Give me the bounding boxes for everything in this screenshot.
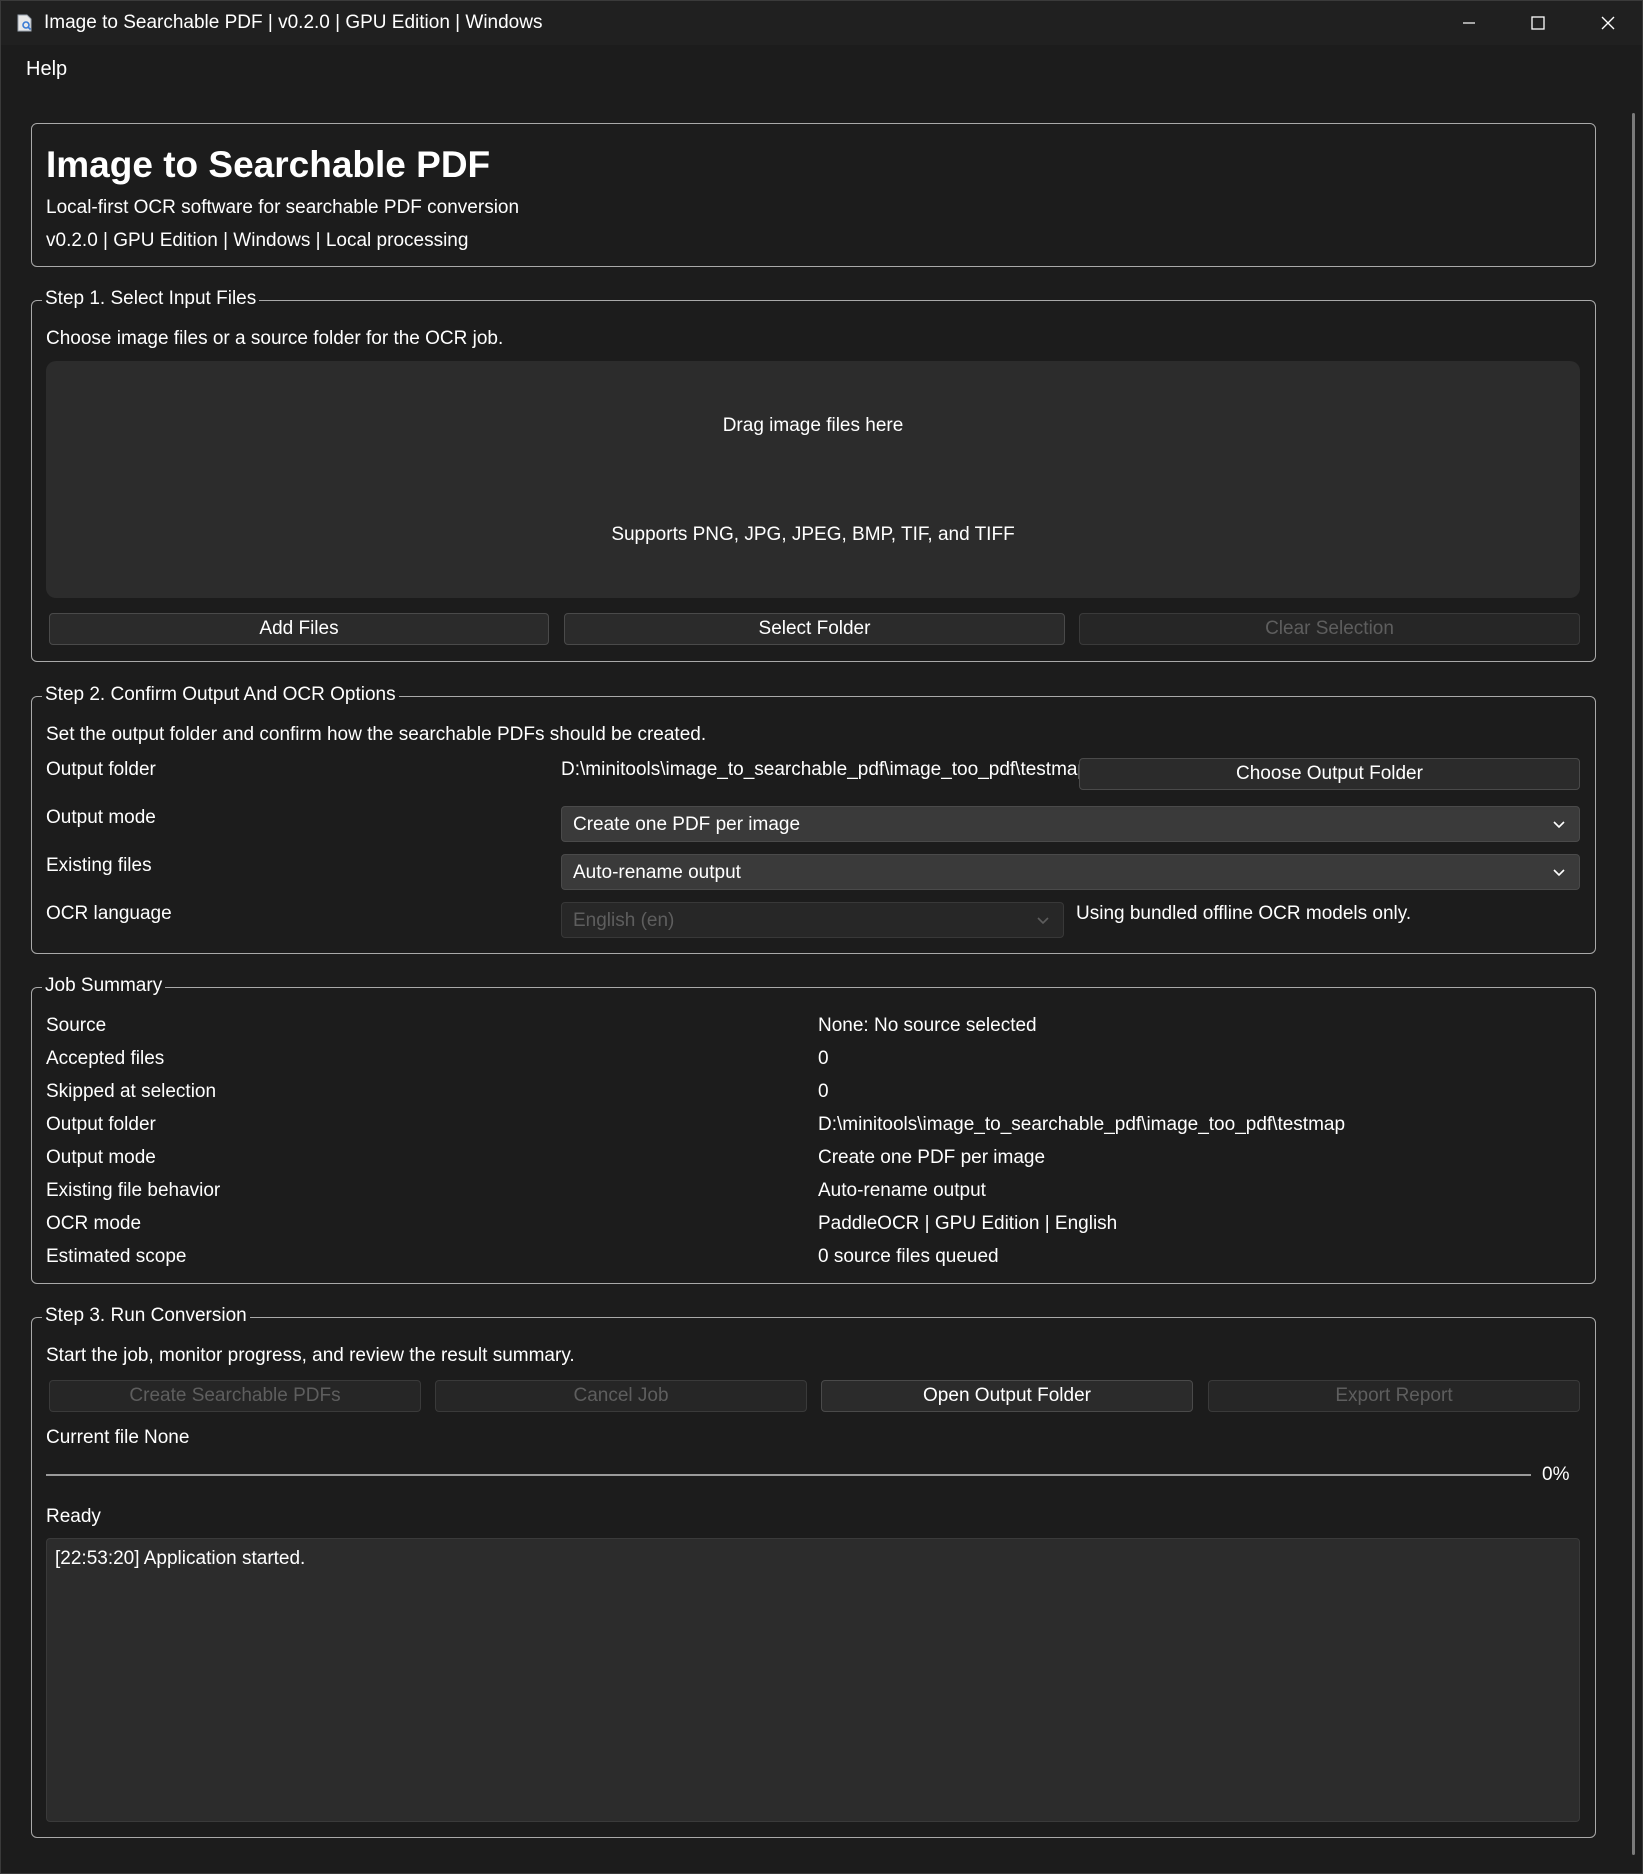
summary-value-output-folder: D:\minitools\image_to_searchable_pdf\ima…: [818, 1114, 1346, 1135]
menu-bar: Help: [1, 45, 1642, 91]
summary-value-output-mode: Create one PDF per image: [818, 1147, 1046, 1168]
existing-files-label: Existing files: [46, 855, 152, 876]
step2-description: Set the output folder and confirm how th…: [46, 724, 707, 745]
progress-bar: [46, 1474, 1531, 1476]
file-dropzone[interactable]: Drag image files here Supports PNG, JPG,…: [46, 361, 1580, 598]
summary-label-scope: Estimated scope: [46, 1246, 187, 1267]
output-mode-label: Output mode: [46, 807, 156, 828]
summary-label-existing-behavior: Existing file behavior: [46, 1180, 221, 1201]
maximize-button[interactable]: [1503, 1, 1573, 45]
existing-files-value: Auto-rename output: [573, 862, 741, 883]
log-line: [22:53:20] Application started.: [55, 1548, 306, 1569]
vertical-scrollbar[interactable]: [1632, 113, 1635, 1855]
app-heading: Image to Searchable PDF: [46, 144, 491, 185]
choose-output-folder-button[interactable]: Choose Output Folder: [1079, 758, 1580, 790]
open-output-folder-button[interactable]: Open Output Folder: [821, 1380, 1193, 1412]
header-panel: Image to Searchable PDF Local-first OCR …: [31, 123, 1596, 267]
dropzone-hint: Supports PNG, JPG, JPEG, BMP, TIF, and T…: [611, 524, 1015, 545]
step3-group: Step 3. Run Conversion Start the job, mo…: [31, 1303, 1596, 1838]
app-version-line: v0.2.0 | GPU Edition | Windows | Local p…: [46, 230, 469, 251]
summary-label-output-folder: Output folder: [46, 1114, 156, 1135]
step1-description: Choose image files or a source folder fo…: [46, 328, 504, 349]
chevron-down-icon: [1553, 821, 1565, 829]
existing-files-select[interactable]: Auto-rename output: [561, 854, 1580, 890]
status-text: Ready: [46, 1506, 101, 1527]
summary-label-output-mode: Output mode: [46, 1147, 156, 1168]
ocr-language-label: OCR language: [46, 903, 172, 924]
chevron-down-icon: [1037, 917, 1049, 925]
select-folder-button[interactable]: Select Folder: [564, 613, 1065, 645]
summary-value-scope: 0 source files queued: [818, 1246, 999, 1267]
minimize-button[interactable]: [1434, 1, 1504, 45]
clear-selection-button[interactable]: Clear Selection: [1079, 613, 1580, 645]
cancel-job-button[interactable]: Cancel Job: [435, 1380, 807, 1412]
step1-group: Step 1. Select Input Files Choose image …: [31, 286, 1596, 662]
step2-group: Step 2. Confirm Output And OCR Options S…: [31, 682, 1596, 954]
window-title: Image to Searchable PDF | v0.2.0 | GPU E…: [44, 12, 543, 33]
maximize-icon: [1531, 16, 1545, 30]
job-summary-group: Job Summary Source None: No source selec…: [31, 973, 1596, 1284]
output-folder-label: Output folder: [46, 759, 156, 780]
document-search-icon: [17, 14, 32, 32]
step2-title: Step 2. Confirm Output And OCR Options: [42, 682, 399, 708]
dropzone-text: Drag image files here: [722, 415, 904, 436]
chevron-down-icon: [1553, 869, 1565, 877]
step3-title: Step 3. Run Conversion: [42, 1303, 250, 1329]
current-file-label: Current file: [46, 1427, 139, 1448]
summary-value-skipped: 0: [818, 1081, 829, 1102]
summary-label-skipped: Skipped at selection: [46, 1081, 217, 1102]
create-searchable-pdfs-button[interactable]: Create Searchable PDFs: [49, 1380, 421, 1412]
export-report-button[interactable]: Export Report: [1208, 1380, 1580, 1412]
step1-title: Step 1. Select Input Files: [42, 286, 260, 312]
minimize-icon: [1463, 22, 1475, 24]
ocr-language-select[interactable]: English (en): [561, 902, 1064, 938]
menu-help[interactable]: Help: [26, 58, 67, 81]
add-files-button[interactable]: Add Files: [49, 613, 549, 645]
summary-label-accepted: Accepted files: [46, 1048, 165, 1069]
app-window: Image to Searchable PDF | v0.2.0 | GPU E…: [0, 0, 1643, 1874]
log-output[interactable]: [22:53:20] Application started.: [46, 1538, 1580, 1822]
output-folder-path: D:\minitools\image_to_searchable_pdf\ima…: [561, 759, 1089, 780]
close-button[interactable]: [1573, 1, 1643, 45]
current-file-value: None: [144, 1427, 190, 1448]
summary-value-accepted: 0: [818, 1048, 829, 1069]
progress-percent: 0%: [1542, 1464, 1570, 1485]
step3-description: Start the job, monitor progress, and rev…: [46, 1345, 575, 1366]
summary-label-source: Source: [46, 1015, 107, 1036]
ocr-language-value: English (en): [573, 910, 675, 931]
title-bar[interactable]: Image to Searchable PDF | v0.2.0 | GPU E…: [1, 1, 1642, 45]
app-subtitle: Local-first OCR software for searchable …: [46, 197, 520, 218]
ocr-language-note: Using bundled offline OCR models only.: [1076, 903, 1412, 924]
summary-value-ocr-mode: PaddleOCR | GPU Edition | English: [818, 1213, 1118, 1234]
summary-value-existing-behavior: Auto-rename output: [818, 1180, 986, 1201]
close-icon: [1601, 16, 1615, 30]
summary-label-ocr-mode: OCR mode: [46, 1213, 142, 1234]
job-summary-title: Job Summary: [42, 973, 166, 999]
output-mode-select[interactable]: Create one PDF per image: [561, 806, 1580, 842]
output-mode-value: Create one PDF per image: [573, 814, 801, 835]
summary-value-source: None: No source selected: [818, 1015, 1037, 1036]
